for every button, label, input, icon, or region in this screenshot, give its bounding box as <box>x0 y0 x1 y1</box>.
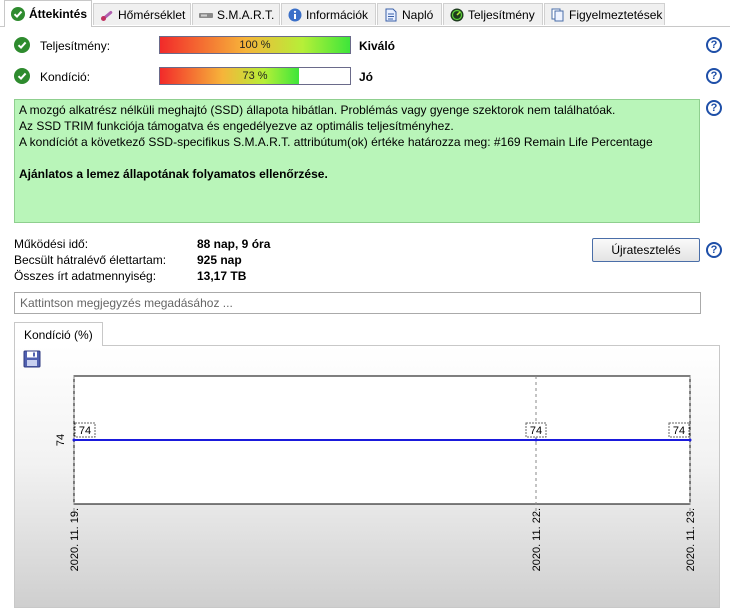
status-line: A mozgó alkatrész nélküli meghajtó (SSD)… <box>19 103 616 117</box>
recommendation-text: Ajánlatos a lemez állapotának folyamatos… <box>19 167 328 181</box>
data-label: 74 <box>79 425 91 437</box>
x-tick-label: 2020. 11. 19. <box>69 508 81 571</box>
performance-rating: Kiváló <box>359 39 396 53</box>
tab-label: Információk <box>306 7 369 22</box>
note-input[interactable] <box>14 292 701 314</box>
data-label: 74 <box>530 425 542 437</box>
x-tick-label: 2020. 11. 22. <box>531 508 543 571</box>
lifetime-label: Becsült hátralévő élettartam: <box>14 253 167 267</box>
tab-label: Teljesítmény <box>468 7 535 22</box>
lifetime-value: 925 nap <box>197 253 242 267</box>
tab-log[interactable]: Napló <box>377 3 442 25</box>
chart-panel: 74 74 74 74 2020. 11. 19. 2020. 11. 22. 2020. … <box>14 345 720 608</box>
ok-icon <box>14 37 30 53</box>
data-point <box>688 438 692 442</box>
tab-label: Figyelmeztetések <box>569 7 663 22</box>
help-icon[interactable]: ? <box>706 68 722 84</box>
condition-bar: 73 % <box>159 67 351 85</box>
performance-percent: 100 % <box>239 39 271 51</box>
ok-icon <box>14 68 30 84</box>
tab-label: Áttekintés <box>29 7 88 21</box>
tab-performance[interactable]: Teljesítmény <box>443 3 543 25</box>
status-description: A mozgó alkatrész nélküli meghajtó (SSD)… <box>14 99 700 223</box>
data-point <box>534 438 538 442</box>
help-icon[interactable]: ? <box>706 37 722 53</box>
condition-percent: 73 % <box>242 70 268 82</box>
condition-rating: Jó <box>359 70 374 84</box>
data-point <box>72 438 76 442</box>
tab-info[interactable]: Információk <box>281 3 376 25</box>
x-tick-label: 2020. 11. 23. <box>685 508 697 571</box>
log-icon <box>384 8 398 22</box>
performance-bar: 100 % <box>159 36 351 54</box>
help-icon[interactable]: ? <box>706 100 722 116</box>
status-line: Az SSD TRIM funkciója támogatva és enged… <box>19 119 454 133</box>
tab-warnings[interactable]: Figyelmeztetések <box>544 3 665 25</box>
tab-smart[interactable]: S.M.A.R.T. <box>192 3 280 25</box>
uptime-value: 88 nap, 9 óra <box>197 237 271 251</box>
check-icon <box>11 7 25 21</box>
data-label: 74 <box>673 425 685 437</box>
tab-condition-chart[interactable]: Kondíció (%) <box>14 322 103 346</box>
written-value: 13,17 TB <box>197 269 247 283</box>
condition-chart: 74 74 74 74 2020. 11. 19. 2020. 11. 22. 2020. … <box>55 375 697 571</box>
tab-temperature[interactable]: Hőmérséklet <box>93 3 191 25</box>
tab-label: S.M.A.R.T. <box>217 7 275 22</box>
info-icon <box>288 8 302 22</box>
status-line: A kondíciót a következő SSD-specifikus S… <box>19 135 653 149</box>
tab-label: Napló <box>402 7 434 22</box>
thermometer-icon <box>100 8 114 22</box>
condition-chart-section: Kondíció (%) 74 74 74 74 2020. 11. 19. 2020. … <box>14 322 720 608</box>
condition-label: Kondíció: <box>40 70 91 84</box>
uptime-label: Működési idő: <box>14 237 89 251</box>
tab-bar: Áttekintés Hőmérséklet S.M.A.R.T. Inform… <box>0 0 730 27</box>
tab-label: Hőmérséklet <box>118 7 186 22</box>
drive-icon <box>199 8 213 22</box>
warnings-icon <box>551 8 565 22</box>
performance-icon <box>450 8 464 22</box>
y-tick-label: 74 <box>55 434 67 446</box>
performance-label: Teljesítmény: <box>40 39 111 53</box>
retest-button[interactable]: Újratesztelés <box>592 238 700 262</box>
tab-overview[interactable]: Áttekintés <box>4 0 92 27</box>
help-icon[interactable]: ? <box>706 242 722 258</box>
written-label: Összes írt adatmennyiség: <box>14 269 157 283</box>
